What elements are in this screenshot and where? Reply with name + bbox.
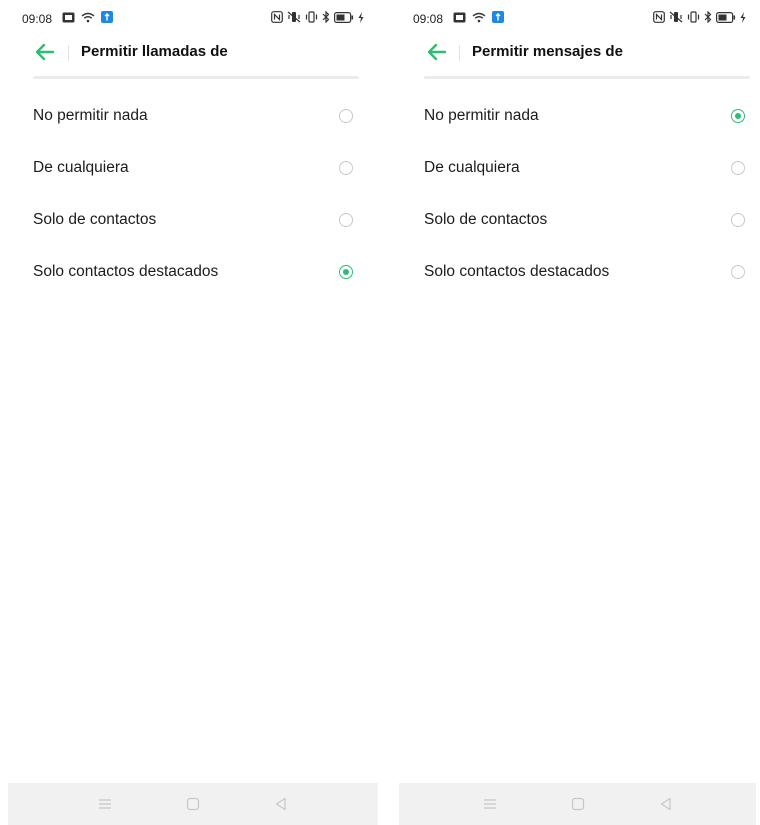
back-icon[interactable]	[655, 793, 677, 815]
page-title: Permitir mensajes de	[472, 43, 623, 60]
status-time: 09:08	[413, 12, 444, 26]
radio-button[interactable]	[339, 161, 353, 175]
vibrate-off-icon	[287, 11, 301, 23]
back-icon[interactable]	[270, 793, 292, 815]
option-list: No permitir nada De cualquiera Solo de c…	[391, 90, 760, 298]
menu-icon[interactable]	[94, 793, 116, 815]
option-label: No permitir nada	[33, 107, 148, 124]
home-icon[interactable]	[182, 793, 204, 815]
status-time: 09:08	[22, 12, 53, 26]
app-notification-icon	[492, 11, 504, 23]
option-solo-de-contactos[interactable]: Solo de contactos	[391, 194, 760, 246]
home-icon[interactable]	[567, 793, 589, 815]
option-label: Solo contactos destacados	[33, 263, 219, 280]
charging-icon	[740, 11, 746, 23]
option-solo-contactos-destacados[interactable]: Solo contactos destacados	[391, 246, 760, 298]
bluetooth-icon	[322, 11, 330, 23]
navigation-bar	[8, 783, 378, 825]
option-label: No permitir nada	[424, 107, 539, 124]
wifi-icon	[81, 11, 95, 23]
bluetooth-icon	[704, 11, 712, 23]
toolbar-separator	[459, 45, 460, 61]
option-label: De cualquiera	[33, 159, 129, 176]
toolbar: Permitir mensajes de	[391, 36, 760, 70]
header-divider	[33, 76, 359, 79]
radio-button[interactable]	[339, 109, 353, 123]
page-title: Permitir llamadas de	[81, 43, 228, 60]
status-bar: 09:08	[391, 0, 760, 36]
nfc-icon	[271, 11, 283, 23]
option-de-cualquiera[interactable]: De cualquiera	[391, 142, 760, 194]
option-solo-de-contactos[interactable]: Solo de contactos	[0, 194, 378, 246]
app-notification-icon	[101, 11, 113, 23]
battery-icon	[716, 11, 736, 23]
option-label: Solo de contactos	[424, 211, 548, 228]
screen-calls: 09:08 Permitir llamadas de No permitir n…	[0, 0, 378, 825]
vibrate-icon	[305, 11, 318, 23]
option-no-permitir-nada[interactable]: No permitir nada	[0, 90, 378, 142]
option-label: Solo contactos destacados	[424, 263, 610, 280]
option-label: De cualquiera	[424, 159, 520, 176]
navigation-bar	[399, 783, 756, 825]
option-de-cualquiera[interactable]: De cualquiera	[0, 142, 378, 194]
status-bar: 09:08	[0, 0, 378, 36]
option-label: Solo de contactos	[33, 211, 157, 228]
screen-messages: 09:08 Permitir mensajes de No permitir n…	[391, 0, 760, 825]
vibrate-icon	[687, 11, 700, 23]
radio-button-selected[interactable]	[339, 265, 353, 279]
back-arrow-icon[interactable]	[34, 42, 56, 62]
vibrate-off-icon	[669, 11, 683, 23]
header-divider	[424, 76, 750, 79]
radio-button-selected[interactable]	[731, 109, 745, 123]
radio-button[interactable]	[731, 213, 745, 227]
notification-image-icon	[62, 11, 75, 23]
charging-icon	[358, 11, 364, 23]
toolbar: Permitir llamadas de	[0, 36, 378, 70]
radio-button[interactable]	[339, 213, 353, 227]
option-no-permitir-nada[interactable]: No permitir nada	[391, 90, 760, 142]
battery-icon	[334, 11, 354, 23]
back-arrow-icon[interactable]	[426, 42, 448, 62]
nfc-icon	[653, 11, 665, 23]
notification-image-icon	[453, 11, 466, 23]
toolbar-separator	[68, 45, 69, 61]
radio-button[interactable]	[731, 161, 745, 175]
wifi-icon	[472, 11, 486, 23]
menu-icon[interactable]	[479, 793, 501, 815]
radio-button[interactable]	[731, 265, 745, 279]
option-list: No permitir nada De cualquiera Solo de c…	[0, 90, 378, 298]
option-solo-contactos-destacados[interactable]: Solo contactos destacados	[0, 246, 378, 298]
